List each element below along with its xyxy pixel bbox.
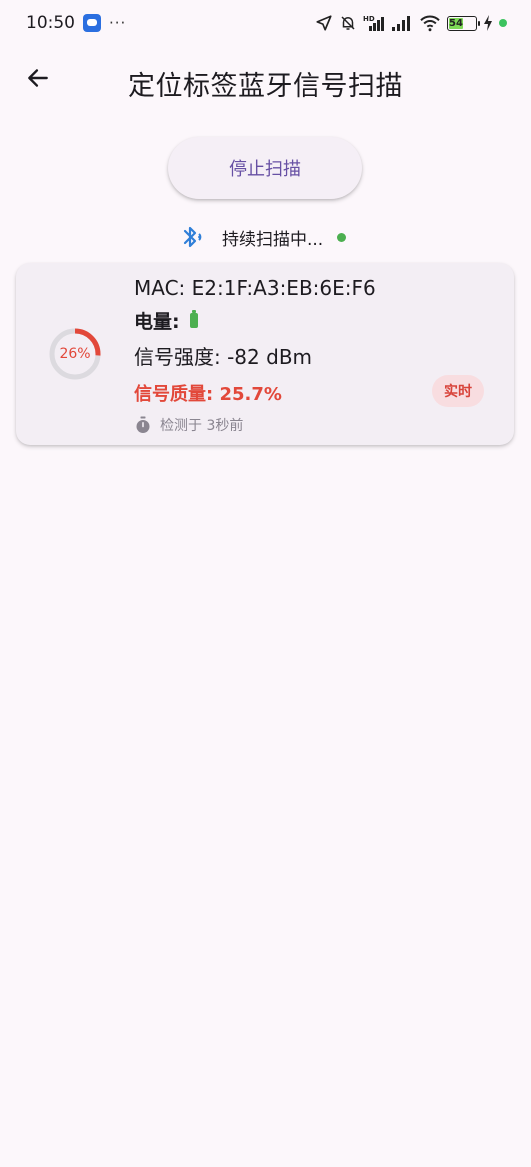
battery-icon: 54 — [447, 15, 480, 31]
signal-quality-gauge: 26% — [48, 327, 102, 381]
detected-text: 检测于 3秒前 — [160, 418, 244, 434]
bluetooth-searching-icon — [178, 222, 208, 252]
charging-indicator-dot — [499, 19, 507, 27]
hd-signal-icon: HD — [363, 14, 385, 32]
stopwatch-icon — [136, 416, 150, 433]
more-notifications-icon: ··· — [109, 14, 127, 32]
scan-active-indicator — [337, 232, 347, 242]
device-mac: MAC: E2:1F:A3:EB:6E:F6 — [134, 276, 376, 300]
scan-status: 持续扫描中... — [178, 220, 347, 254]
gauge-percent: 26% — [59, 346, 91, 362]
signal-icon — [391, 14, 413, 32]
device-rssi: 信号强度: -82 dBm — [134, 345, 313, 369]
svg-text:HD: HD — [363, 15, 375, 23]
status-time: 10:50 — [26, 13, 75, 33]
stop-scan-button[interactable]: 停止扫描 — [168, 137, 362, 199]
status-bar-right: HD 54 — [315, 14, 507, 32]
status-bar-left: 10:50 ··· — [26, 13, 126, 33]
app-bar: 定位标签蓝牙信号扫描 — [0, 52, 531, 110]
bell-muted-icon — [339, 14, 357, 32]
realtime-badge: 实时 — [432, 375, 484, 407]
device-power: 电量: — [134, 307, 198, 334]
battery-full-icon — [189, 310, 198, 328]
wifi-icon — [419, 14, 441, 32]
status-bar: 10:50 ··· HD 54 — [0, 0, 531, 46]
battery-level: 54 — [449, 17, 464, 29]
location-arrow-icon — [315, 14, 333, 32]
scan-status-text: 持续扫描中... — [222, 229, 324, 250]
device-card[interactable]: 26% MAC: E2:1F:A3:EB:6E:F6 电量: 信号强度: -82… — [16, 263, 514, 445]
app-notification-icon — [83, 14, 101, 32]
charging-icon — [483, 15, 493, 31]
page-title: 定位标签蓝牙信号扫描 — [128, 71, 403, 102]
device-signal-quality: 信号质量: 25.7% — [134, 384, 282, 405]
device-detected-time: 检测于 3秒前 — [134, 415, 243, 435]
power-label: 电量: — [134, 311, 180, 333]
